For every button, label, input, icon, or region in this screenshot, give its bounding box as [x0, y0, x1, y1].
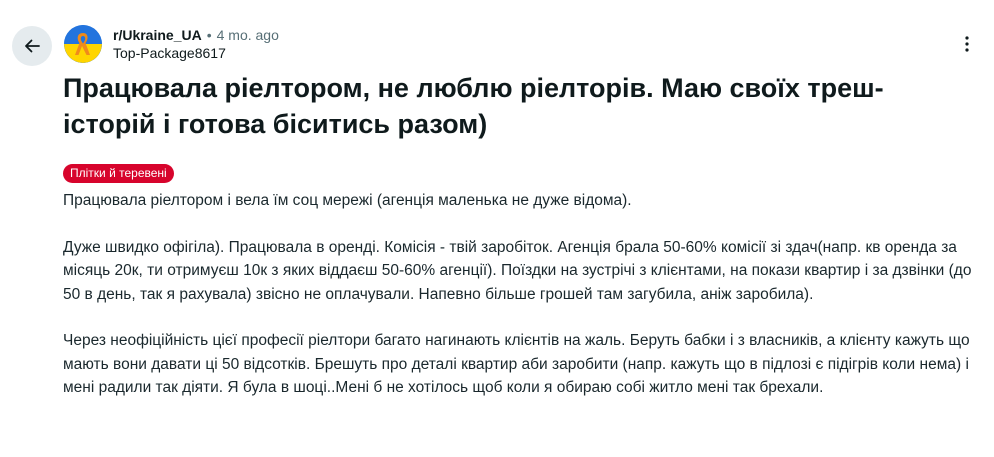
back-button[interactable]	[12, 26, 52, 66]
post-body: Працювала ріелтором і вела їм соц мережі…	[63, 189, 978, 423]
author-link[interactable]: Top-Package8617	[113, 44, 279, 62]
subreddit-avatar[interactable]	[64, 25, 102, 63]
subreddit-link[interactable]: r/Ukraine_UA	[113, 26, 202, 44]
vertical-ellipsis-icon	[965, 36, 969, 52]
meta-separator: •	[206, 27, 212, 43]
post-flair[interactable]: Плітки й теревені	[63, 164, 174, 183]
post-paragraph: Працювала ріелтором і вела їм соц мережі…	[63, 192, 632, 209]
ribbon-avatar-icon	[64, 25, 102, 63]
post-meta-line: r/Ukraine_UA • 4 mo. ago	[113, 26, 279, 44]
post-paragraph: Дуже швидко офігіла). Працювала в оренді…	[63, 238, 972, 303]
post-page: r/Ukraine_UA • 4 mo. ago Top-Package8617…	[0, 0, 994, 457]
post-paragraph: Через неофіційність цієї професії ріелто…	[63, 332, 970, 396]
post-meta: r/Ukraine_UA • 4 mo. ago Top-Package8617	[113, 26, 279, 62]
post-title[interactable]: Працювала ріелтором, не люблю ріелторів.…	[63, 70, 943, 142]
more-options-button[interactable]	[955, 32, 979, 56]
arrow-left-icon	[25, 39, 40, 53]
post-timestamp: 4 mo. ago	[216, 27, 279, 43]
